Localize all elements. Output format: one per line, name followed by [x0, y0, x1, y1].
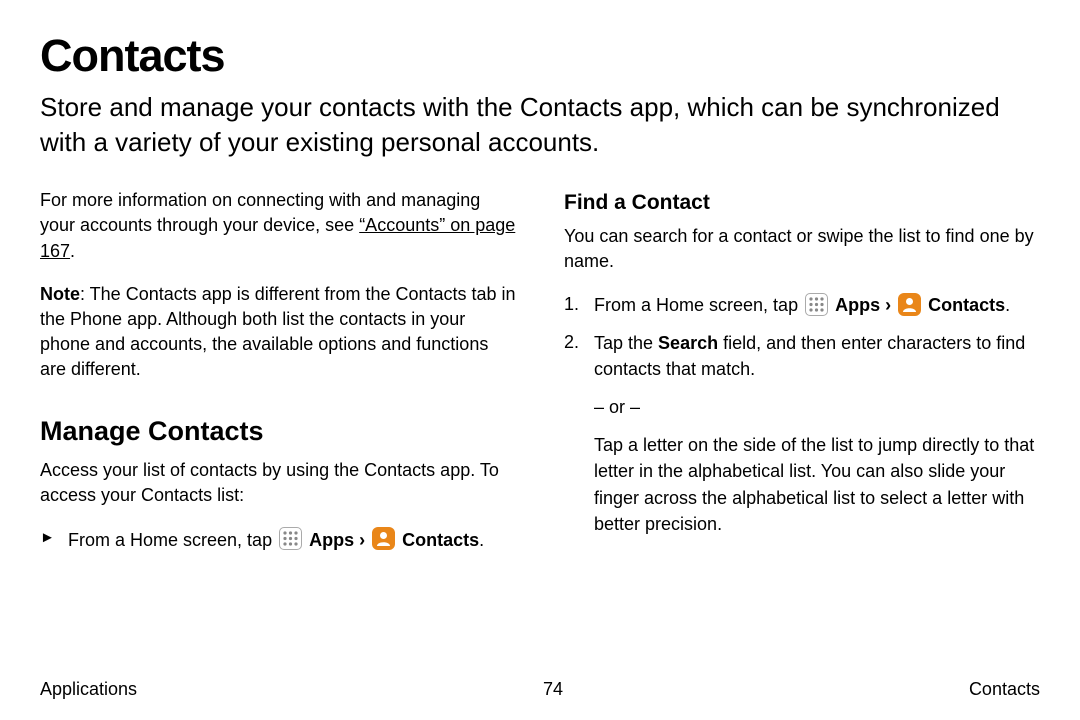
- step2-content: Tap the Search field, and then enter cha…: [594, 330, 1040, 382]
- separator: ›: [354, 530, 370, 550]
- page-title: Contacts: [40, 30, 1040, 82]
- step-prefix: From a Home screen, tap: [68, 530, 277, 550]
- note-body: : The Contacts app is different from the…: [40, 284, 516, 380]
- find-step-2: 2. Tap the Search field, and then enter …: [564, 330, 1040, 382]
- step2-number: 2.: [564, 330, 584, 355]
- info-paragraph: For more information on connecting with …: [40, 188, 516, 264]
- find-contact-heading: Find a Contact: [564, 188, 1040, 217]
- period: .: [1005, 295, 1010, 315]
- contacts-label: Contacts: [928, 295, 1005, 315]
- manage-step: ► From a Home screen, tap Apps › Contact…: [40, 527, 516, 553]
- manage-contacts-heading: Manage Contacts: [40, 413, 516, 451]
- right-column: Find a Contact You can search for a cont…: [564, 188, 1040, 565]
- info-suffix: .: [70, 241, 75, 261]
- intro-text: Store and manage your contacts with the …: [40, 90, 1040, 160]
- step2-a: Tap the: [594, 333, 658, 353]
- manage-body: Access your list of contacts by using th…: [40, 458, 516, 508]
- apps-grid-icon: [279, 527, 302, 550]
- contacts-label: Contacts: [402, 530, 479, 550]
- note-label: Note: [40, 284, 80, 304]
- or-separator: – or –: [594, 394, 1040, 420]
- apps-label: Apps: [309, 530, 354, 550]
- footer-left: Applications: [40, 679, 137, 700]
- step1-prefix: From a Home screen, tap: [594, 295, 803, 315]
- contacts-person-icon: [898, 293, 921, 316]
- contacts-person-icon: [372, 527, 395, 550]
- bullet-icon: ►: [40, 527, 58, 548]
- find-body: You can search for a contact or swipe th…: [564, 224, 1040, 274]
- find-step-1: 1. From a Home screen, tap Apps › Contac…: [564, 292, 1040, 318]
- footer-right: Contacts: [969, 679, 1040, 700]
- note-paragraph: Note: The Contacts app is different from…: [40, 282, 516, 383]
- search-label: Search: [658, 333, 718, 353]
- apps-grid-icon: [805, 293, 828, 316]
- period: .: [479, 530, 484, 550]
- step1-number: 1.: [564, 292, 584, 317]
- two-column-layout: For more information on connecting with …: [40, 188, 1040, 565]
- left-column: For more information on connecting with …: [40, 188, 516, 565]
- separator: ›: [880, 295, 896, 315]
- footer-page-number: 74: [543, 679, 563, 700]
- apps-label: Apps: [835, 295, 880, 315]
- page-footer: Applications 74 Contacts: [40, 679, 1040, 700]
- manage-step-content: From a Home screen, tap Apps › Contacts.: [68, 527, 516, 553]
- alt-body: Tap a letter on the side of the list to …: [594, 432, 1040, 536]
- step1-content: From a Home screen, tap Apps › Contacts.: [594, 292, 1040, 318]
